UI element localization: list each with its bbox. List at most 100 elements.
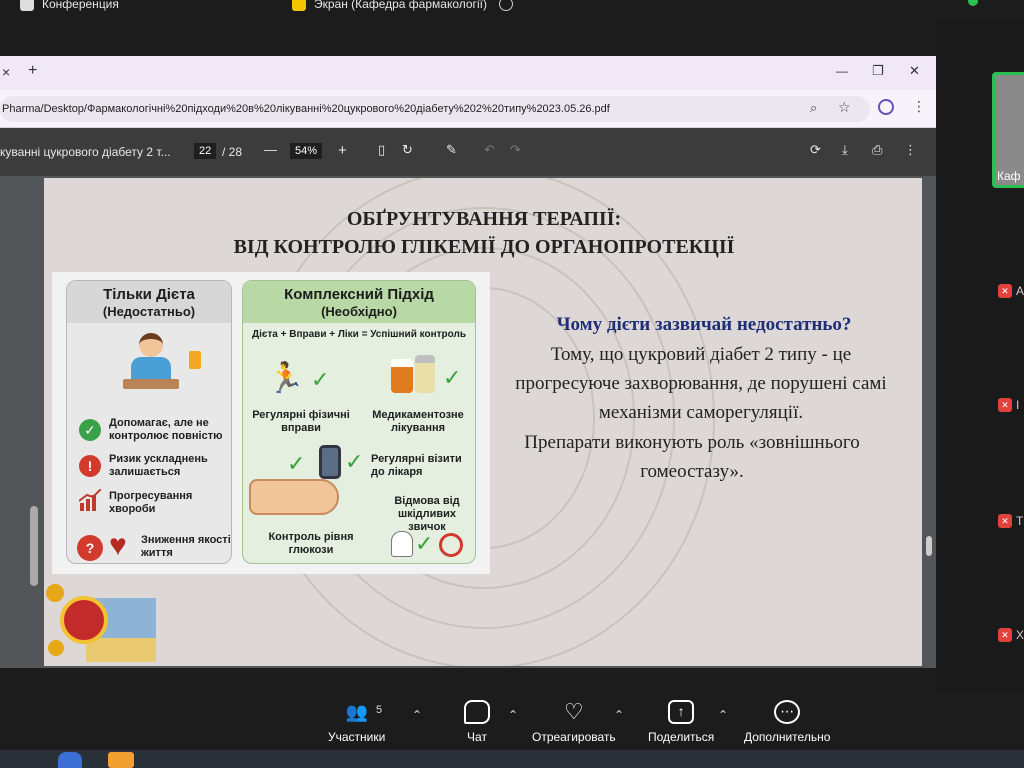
- tab-close-icon[interactable]: ×: [2, 64, 10, 80]
- check-icon: ✓: [443, 365, 462, 390]
- mic-off-icon: ✕: [998, 284, 1012, 298]
- explanation-paragraph-2: Препарати виконують роль «зовнішнього го…: [524, 432, 860, 482]
- meeting-controls: 👥 Участники 5 ⌃ Чат ⌃ ♡ Отреагировать ⌃ …: [0, 690, 1024, 750]
- restore-button[interactable]: ❐: [872, 63, 884, 79]
- rising-chart-icon: [78, 488, 102, 511]
- draw-icon[interactable]: ✎: [446, 142, 457, 158]
- share-screen-icon: [292, 0, 306, 11]
- zoom-out-button[interactable]: —: [264, 142, 277, 157]
- card-subtitle: (Необхідно): [321, 304, 397, 319]
- bookmark-star-icon[interactable]: ☆: [838, 99, 851, 116]
- url-field[interactable]: Pharma/Desktop/Фармакологічні%20підходи%…: [0, 96, 870, 122]
- redo-icon[interactable]: ↷: [510, 142, 521, 158]
- pdf-page-slide: ОБҐРУНТУВАННЯ ТЕРАПІЇ: ВІД КОНТРОЛЮ ГЛІК…: [44, 178, 922, 666]
- close-window-button[interactable]: ✕: [909, 63, 920, 79]
- check-icon: ✓: [311, 367, 330, 392]
- annotate-icon[interactable]: ⟳: [810, 142, 821, 158]
- check-icon: ✓: [345, 449, 364, 474]
- right-item-1: Регулярні фізичні вправи: [252, 409, 350, 434]
- pdf-toolbar: куванні цукрового діабету 2 т... 22 / 28…: [0, 128, 936, 176]
- medicine-bottle-icon: [415, 355, 435, 393]
- new-tab-button[interactable]: +: [28, 62, 37, 80]
- participant-tile[interactable]: ✕ Т: [998, 514, 1023, 528]
- right-item-5: Контроль рівня глюкози: [268, 531, 354, 556]
- print-icon[interactable]: ⎙: [872, 142, 882, 158]
- mic-off-icon: ✕: [998, 398, 1012, 412]
- share-arrow-icon: ↑: [668, 700, 695, 724]
- chevron-up-icon[interactable]: ⌃: [614, 708, 624, 722]
- heart-icon: ♥: [109, 529, 127, 562]
- question-heading: Чому дієти зазвичай недостатньо?: [556, 314, 852, 335]
- pdf-doc-title: куванні цукрового діабету 2 т...: [0, 145, 171, 159]
- chat-button[interactable]: Чат: [464, 700, 490, 744]
- mic-off-icon: ✕: [998, 628, 1012, 642]
- more-button[interactable]: ⋯ Дополнительно: [744, 700, 830, 744]
- participant-tile[interactable]: ✕ І: [998, 398, 1019, 412]
- sidebar-scrollbar[interactable]: [30, 506, 38, 586]
- os-taskbar: [0, 750, 1024, 768]
- mic-off-icon: ✕: [998, 514, 1012, 528]
- participants-count: 5: [376, 704, 383, 716]
- heart-icon: ♡: [563, 699, 584, 724]
- app-icon[interactable]: [108, 752, 134, 768]
- card-title: Комплексний Підхід: [284, 286, 434, 303]
- tab-screen-share[interactable]: Экран (Кафедра фармакології): [292, 0, 513, 14]
- check-icon: ✓: [287, 451, 306, 476]
- question-icon: ?: [77, 535, 103, 561]
- formula-text: Дієта + Вправи + Ліки = Успішний контрол…: [251, 329, 467, 340]
- participant-tile[interactable]: ✕ А: [998, 284, 1024, 298]
- profile-avatar-icon[interactable]: [878, 99, 894, 115]
- more-options-icon[interactable]: ⋮: [904, 142, 917, 158]
- chevron-up-icon[interactable]: ⌃: [412, 708, 422, 722]
- left-item-4: Зниження якості життя: [141, 534, 231, 559]
- people-icon: 👥: [345, 702, 368, 722]
- check-icon: ✓: [415, 531, 434, 556]
- right-item-4: Відмова від шкідливих звичок: [394, 495, 460, 533]
- active-speaker-thumbnail[interactable]: Каф: [992, 72, 1024, 188]
- participants-strip: Каф ✕ А ✕ І ✕ Т ✕ Х: [936, 22, 1024, 690]
- status-dot: [968, 0, 978, 6]
- page-number-input[interactable]: 22: [194, 143, 217, 159]
- zoom-input[interactable]: 54%: [290, 143, 323, 159]
- zoom-lens-icon[interactable]: ⌕: [810, 100, 817, 116]
- chevron-up-icon[interactable]: ⌃: [718, 708, 728, 722]
- left-item-1: Допомагає, але не контролює повністю: [109, 417, 223, 442]
- page-total: / 28: [222, 145, 243, 159]
- right-item-3: Регулярні візити до лікаря: [371, 453, 462, 478]
- left-item-2: Ризик ускладнень залишається: [109, 453, 208, 478]
- juice-glass-icon: [189, 351, 201, 369]
- card-title: Тільки Дієта: [103, 286, 195, 303]
- slide-title-line2: ВІД КОНТРОЛЮ ГЛІКЕМІЇ ДО ОРГАНОПРОТЕКЦІЇ: [233, 236, 735, 258]
- circle-icon[interactable]: [498, 0, 513, 11]
- complex-approach-card: Комплексний Підхід (Необхідно) Дієта + В…: [242, 280, 476, 564]
- infographic: Тільки Дієта (Недостатньо) ✓ Допомагає, …: [52, 272, 490, 574]
- app-icon[interactable]: [58, 752, 82, 768]
- chat-icon: [464, 700, 490, 724]
- person-icon: [20, 0, 34, 11]
- right-item-2: Медикаментозне лікування: [372, 409, 464, 434]
- no-smoking-icon: [439, 533, 463, 557]
- meeting-top-bar: Конференция Экран (Кафедра фармакології): [0, 0, 1024, 22]
- download-icon[interactable]: ⤓: [842, 142, 848, 158]
- minimize-button[interactable]: —: [836, 64, 848, 78]
- more-dots-icon: ⋯: [774, 700, 801, 724]
- explanation-paragraph: Тому, що цукровий діабет 2 типу - це про…: [515, 344, 887, 423]
- person-eating-icon: [123, 331, 179, 397]
- undo-icon[interactable]: ↶: [484, 142, 495, 158]
- runner-icon: 🏃: [267, 362, 305, 395]
- share-button[interactable]: ↑ Поделиться: [648, 700, 714, 744]
- participant-tile[interactable]: ✕ Х: [998, 628, 1024, 642]
- rotate-icon[interactable]: ↻: [402, 142, 413, 158]
- chevron-up-icon[interactable]: ⌃: [508, 708, 518, 722]
- glucometer-icon: [319, 445, 341, 479]
- slide-title-line1: ОБҐРУНТУВАННЯ ТЕРАПІЇ:: [346, 208, 622, 230]
- browser-tab-bar: × + — ❐ ✕: [0, 56, 936, 90]
- fit-page-icon[interactable]: ▯: [378, 142, 385, 158]
- zoom-in-button[interactable]: +: [338, 142, 347, 159]
- browser-menu-icon[interactable]: ⋮: [912, 98, 926, 115]
- tab-conference[interactable]: Конференция: [20, 0, 119, 14]
- react-button[interactable]: ♡ Отреагировать: [532, 699, 616, 745]
- medicine-bottle-icon: [391, 359, 413, 393]
- page-scrollbar[interactable]: [926, 536, 932, 556]
- left-item-3: Прогресування хвороби: [109, 490, 193, 515]
